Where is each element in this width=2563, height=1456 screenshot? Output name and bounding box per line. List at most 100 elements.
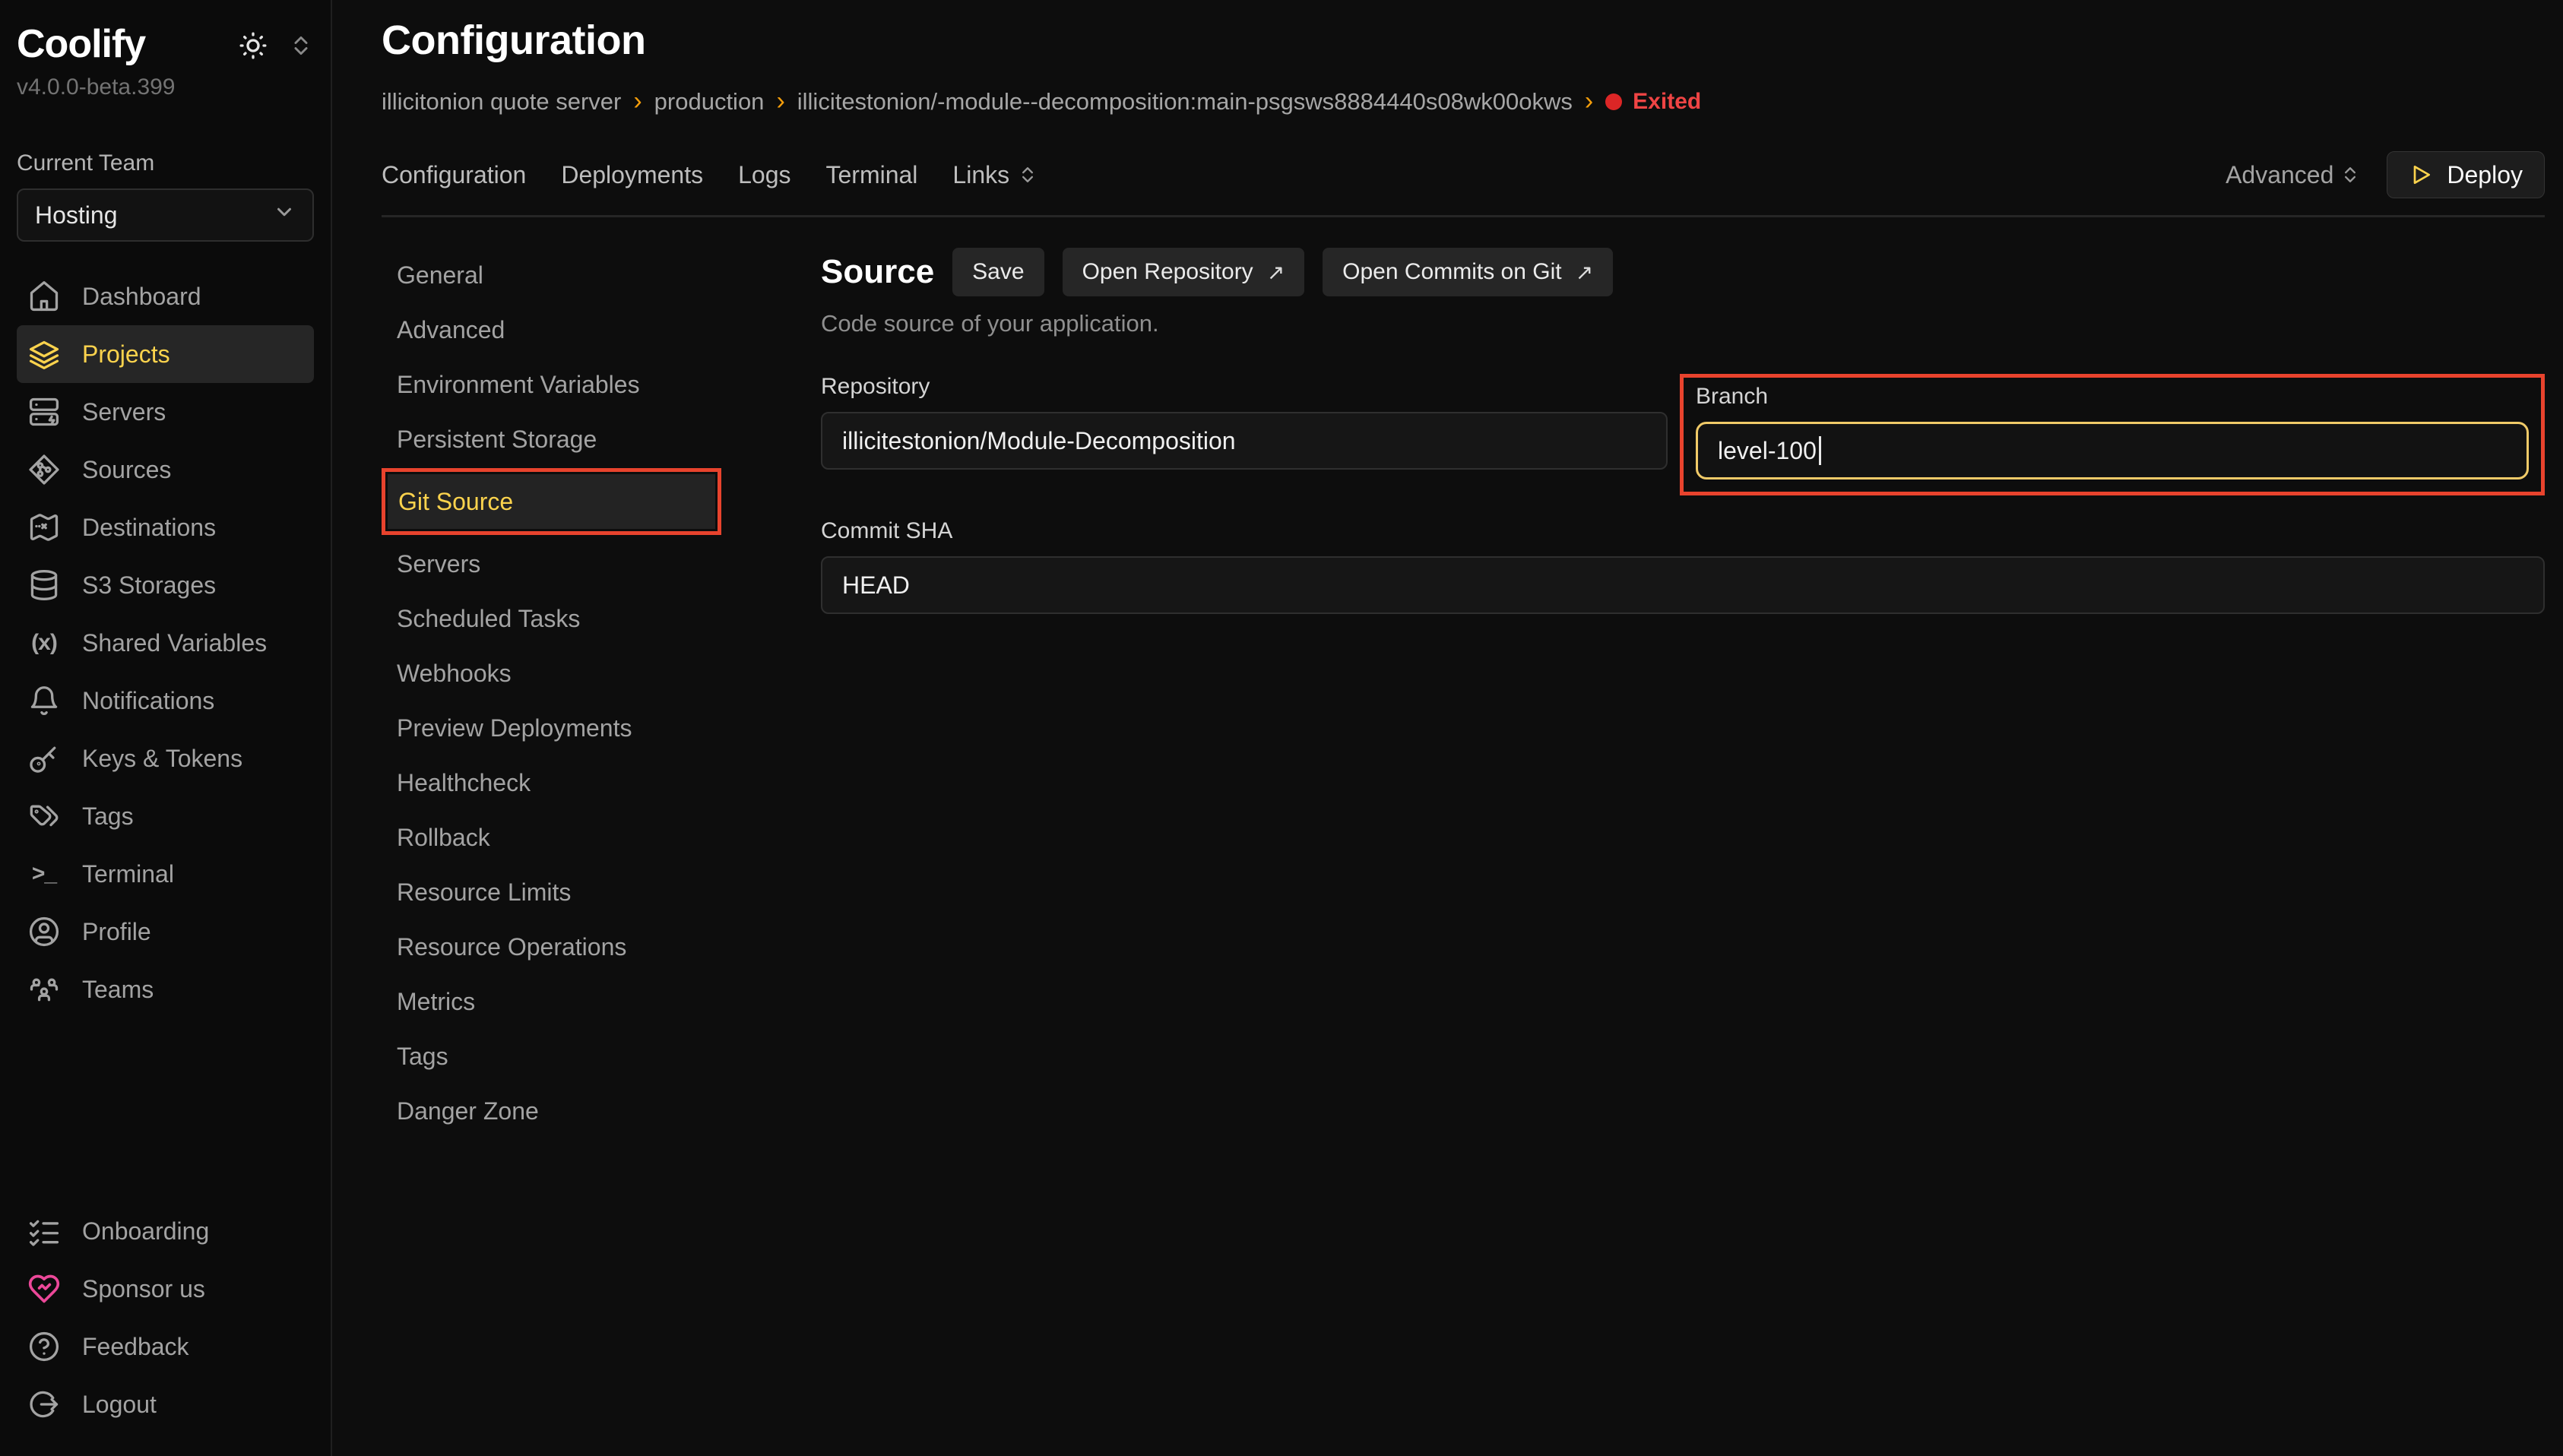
sidebar-item-label: Onboarding [82,1217,209,1246]
breadcrumb-project[interactable]: illicitonion quote server [382,88,621,116]
breadcrumb-environment[interactable]: production [654,88,765,116]
subnav-item-webhooks[interactable]: Webhooks [382,646,721,701]
branch-input[interactable]: level-100 [1696,422,2529,480]
subnav-item-metrics[interactable]: Metrics [382,974,721,1029]
user-circle-icon [27,915,61,948]
subnav-item-danger-zone[interactable]: Danger Zone [382,1084,721,1138]
subnav-item-environment-variables[interactable]: Environment Variables [382,357,721,412]
sidebar-item-label: Servers [82,398,166,426]
subnav-item-healthcheck[interactable]: Healthcheck [382,755,721,810]
team-select[interactable]: Hosting [17,188,314,242]
sidebar-item-label: Keys & Tokens [82,745,242,773]
sidebar-item-label: Notifications [82,687,214,715]
subnav-item-rollback[interactable]: Rollback [382,810,721,865]
tab-logs[interactable]: Logs [738,161,790,189]
sidebar-item-shared-variables[interactable]: (x) Shared Variables [17,614,314,672]
sidebar-spacer [17,1018,314,1176]
sidebar-item-label: Destinations [82,514,216,542]
sidebar-item-onboarding[interactable]: Onboarding [17,1202,314,1260]
git-source-form: Source Save Open Repository ↗ Open Commi… [821,248,2545,1138]
sidebar-item-servers[interactable]: Servers [17,383,314,441]
logo-row: Coolify [17,21,314,67]
subnav-item-resource-limits[interactable]: Resource Limits [382,865,721,919]
tab-links[interactable]: Links [952,161,1038,189]
subnav-item-tags[interactable]: Tags [382,1029,721,1084]
sidebar-item-s3-storages[interactable]: S3 Storages [17,556,314,614]
sidebar-item-label: Shared Variables [82,629,267,657]
sidebar-item-projects[interactable]: Projects [17,325,314,383]
chevrons-up-down-icon [2340,164,2361,185]
sidebar: Coolify v4.0.0-beta.399 Current Team Hos… [0,0,332,1456]
subnav-item-general[interactable]: General [382,248,721,302]
source-description: Code source of your application. [821,310,2545,337]
subnav-item-scheduled-tasks[interactable]: Scheduled Tasks [382,591,721,646]
git-source-annotation-box: Git Source [382,468,721,535]
commit-sha-label: Commit SHA [821,518,2545,544]
variable-icon: (x) [27,630,61,656]
breadcrumb-application[interactable]: illicitestonion/-module--decomposition:m… [797,88,1573,116]
bell-icon [27,684,61,717]
home-icon [27,280,61,313]
sidebar-item-sources[interactable]: Sources [17,441,314,499]
subnav-item-preview-deployments[interactable]: Preview Deployments [382,701,721,755]
sidebar-item-logout[interactable]: Logout [17,1375,314,1433]
configuration-subnav: General Advanced Environment Variables P… [382,248,721,1138]
deploy-button[interactable]: Deploy [2387,151,2545,198]
main-area: Configuration illicitonion quote server … [334,0,2563,1456]
team-select-value: Hosting [35,201,118,229]
sidebar-item-destinations[interactable]: Destinations [17,499,314,556]
tags-icon [27,799,61,833]
sidebar-item-label: S3 Storages [82,571,216,600]
sidebar-item-tags[interactable]: Tags [17,787,314,845]
repository-input[interactable]: illicitestonion/Module-Decomposition [821,412,1668,470]
text-cursor [1819,436,1821,465]
chevron-down-icon [273,201,296,229]
theme-selector-chevrons-icon[interactable] [288,33,314,65]
external-link-icon: ↗ [1576,260,1593,285]
source-section-title: Source [821,253,934,291]
sidebar-item-label: Feedback [82,1333,189,1361]
tab-terminal[interactable]: Terminal [825,161,917,189]
status-badge: Exited [1605,89,1701,115]
logout-icon [27,1388,61,1421]
theme-sun-icon[interactable] [238,30,268,67]
help-circle-icon [27,1330,61,1363]
subnav-item-advanced[interactable]: Advanced [382,302,721,357]
sidebar-item-terminal[interactable]: >_ Terminal [17,845,314,903]
subnav-item-persistent-storage[interactable]: Persistent Storage [382,412,721,467]
breadcrumb: illicitonion quote server › production ›… [382,87,2545,116]
sidebar-item-sponsor-us[interactable]: Sponsor us [17,1260,314,1318]
sidebar-item-profile[interactable]: Profile [17,903,314,961]
sidebar-item-feedback[interactable]: Feedback [17,1318,314,1375]
commit-sha-field-group: Commit SHA HEAD [821,518,2545,614]
sidebar-item-label: Teams [82,976,154,1004]
sidebar-footer-nav: Onboarding Sponsor us Feedback Logout [17,1202,314,1433]
tab-configuration[interactable]: Configuration [382,161,526,189]
repository-field-group: Repository illicitestonion/Module-Decomp… [821,374,1668,470]
commit-sha-input[interactable]: HEAD [821,556,2545,614]
header-divider [382,215,2545,217]
sidebar-item-keys-tokens[interactable]: Keys & Tokens [17,730,314,787]
open-commits-button[interactable]: Open Commits on Git ↗ [1323,248,1613,296]
git-source-icon [27,453,61,486]
subnav-item-servers[interactable]: Servers [382,537,721,591]
sidebar-item-label: Profile [82,918,151,946]
layers-icon [27,337,61,371]
branch-label: Branch [1696,384,2529,410]
sidebar-item-label: Projects [82,340,170,369]
tab-bar: Configuration Deployments Logs Terminal … [382,151,2545,198]
checklist-icon [27,1214,61,1248]
sidebar-item-label: Sponsor us [82,1275,205,1303]
subnav-item-resource-operations[interactable]: Resource Operations [382,919,721,974]
sidebar-item-notifications[interactable]: Notifications [17,672,314,730]
app-logo: Coolify [17,21,145,67]
advanced-menu[interactable]: Advanced [2226,161,2361,189]
sidebar-item-dashboard[interactable]: Dashboard [17,267,314,325]
open-repository-button[interactable]: Open Repository ↗ [1063,248,1305,296]
tab-deployments[interactable]: Deployments [561,161,703,189]
subnav-item-git-source[interactable]: Git Source [388,474,715,529]
sidebar-item-teams[interactable]: Teams [17,961,314,1018]
terminal-icon: >_ [27,861,61,887]
heart-icon [27,1272,61,1306]
save-button[interactable]: Save [952,248,1044,296]
